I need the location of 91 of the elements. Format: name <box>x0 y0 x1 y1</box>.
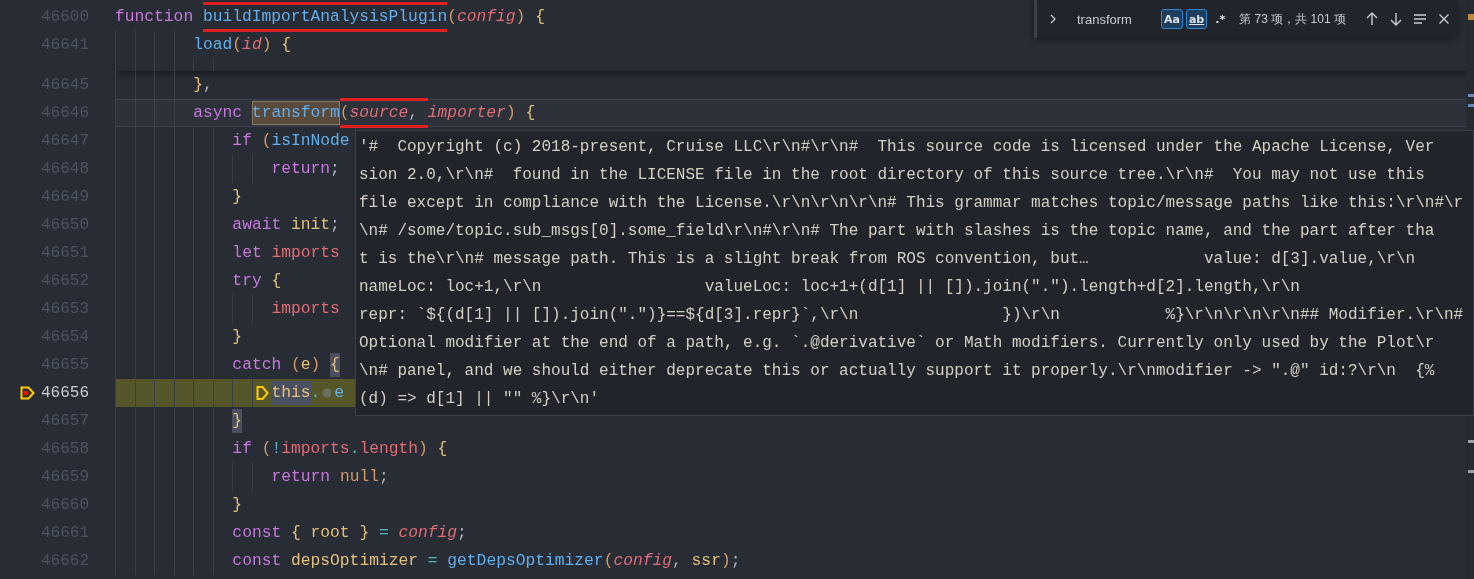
code-token: e <box>334 382 345 404</box>
debug-stack-frame-icon <box>20 386 35 400</box>
code-token: this <box>271 381 311 405</box>
tooltip-text-line: \n# /some/topic.sub_msgs[0].some_field\r\n#\r\n# The part with slashes is the topic name, and the part after tha <box>359 221 1436 242</box>
find-option-toggle[interactable]: Aa <box>1161 9 1183 29</box>
code-token: id <box>242 34 262 56</box>
code-token: init <box>291 214 331 236</box>
tooltip-text-line: Optional modifier at the end of a path, e.g. `.@derivative` or Math modifiers. Currently only used by the Plot\r <box>359 333 1436 354</box>
code-token: = <box>426 550 439 572</box>
code-token: . <box>310 382 321 404</box>
code-token: load <box>193 34 233 56</box>
code-token: catch <box>232 354 283 376</box>
code-token: ) <box>505 102 517 124</box>
code-token: ) <box>515 6 527 28</box>
code-token: ( <box>603 550 614 572</box>
tooltip-text-line: \n# panel, and we should either deprecate this or actually support it properly.\r\nmodifier -> ".@" id:?\r\n {% <box>359 361 1436 382</box>
code-token: return <box>271 466 332 488</box>
code-token: imports <box>271 242 340 264</box>
code-token: ( <box>291 354 301 376</box>
code-token: config <box>398 522 458 544</box>
code-token: { <box>437 438 448 460</box>
code-token: ) <box>720 550 731 572</box>
code-token: { <box>291 522 302 544</box>
code-token: buildImportAnalysisPlugin <box>202 5 448 29</box>
inline-breakpoint-icon[interactable] <box>256 385 270 401</box>
tooltip-text-line: repr: `${(d[1] || []).join(".")}==${d[3].repr}`,\r\n })\r\n %}\r\n\r\n\r\n## Modifier.\r\n# <box>359 305 1465 326</box>
code-token: { <box>281 34 291 56</box>
find-option-toggle[interactable]: ab <box>1185 9 1208 29</box>
code-token: } <box>358 522 370 544</box>
code-token: e <box>300 354 311 376</box>
code-token: ) <box>418 438 429 460</box>
code-token: ( <box>261 438 272 460</box>
code-token: ssr <box>691 550 721 572</box>
code-token: { <box>535 6 545 28</box>
tooltip-text-line: t is the\r\n# message path. This is a slight break from ROS convention, but… value: d[3].value,\r\n <box>359 249 1417 270</box>
line-number: 46656 <box>41 384 89 402</box>
code-token: ; <box>730 550 741 572</box>
code-token: } <box>232 186 243 208</box>
code-token: ; <box>378 466 389 488</box>
code-token: await <box>232 214 283 236</box>
tooltip-text-line: '# Copyright (c) 2018-present, Cruise LLC\r\n#\r\n# This source code is licensed under the Apache License, Ver <box>359 137 1436 158</box>
code-token: return <box>271 158 331 180</box>
code-token: importer <box>427 102 506 124</box>
code-token: = <box>377 522 390 544</box>
code-token: ( <box>232 34 243 56</box>
code-token: source <box>349 101 409 125</box>
code-token: ( <box>339 101 350 125</box>
code-token: const <box>232 550 283 572</box>
code-token: imports <box>271 298 340 320</box>
code-token: function <box>115 6 195 28</box>
code-token: ; <box>330 214 340 236</box>
code-token: async <box>193 102 244 124</box>
code-token: ( <box>447 6 457 28</box>
code-token: length <box>359 438 419 460</box>
code-token: ( <box>261 130 272 152</box>
code-token: ) <box>310 354 322 376</box>
code-token: config <box>457 6 516 28</box>
code-token: let <box>232 242 263 264</box>
code-token: } <box>232 409 243 433</box>
code-token: root <box>310 522 350 544</box>
code-token: , <box>408 101 428 125</box>
code-token: if <box>232 130 253 152</box>
code-token: depsOptimizer <box>291 550 418 572</box>
code-token: ) <box>261 34 273 56</box>
code-token: const <box>232 522 283 544</box>
code-token: imports <box>281 438 350 460</box>
code-token: , <box>203 74 213 96</box>
code-token: } <box>232 494 243 516</box>
tooltip-text-line: file except in compliance with the License.\r\n\r\n\r\n# This grammar matches topic/message paths like this:\r\n#\r <box>359 193 1465 214</box>
code-token: , <box>672 550 683 572</box>
code-token: { <box>271 270 282 292</box>
code-token: transform <box>251 101 340 125</box>
tooltip-text-line: (d) => d[1] || "" %}\r\n' <box>359 389 601 410</box>
code-token: } <box>232 326 243 348</box>
code-token: ; <box>330 158 340 180</box>
code-token: isInNode <box>271 130 350 152</box>
code-token: config <box>613 550 673 572</box>
code-token: } <box>193 74 203 96</box>
code-token: . <box>349 438 360 460</box>
code-token: ! <box>271 438 282 460</box>
code-token: { <box>525 102 536 124</box>
code-token: try <box>232 270 263 292</box>
code-token: { <box>330 353 340 377</box>
code-token: getDepsOptimizer <box>447 550 604 572</box>
code-token: null <box>339 466 379 488</box>
tooltip-text-line: sion 2.0,\r\n# found in the LICENSE file in the root directory of this source tree.\r\n# You may not use this <box>359 165 1426 186</box>
match-count: 第 73 项，共 101 项 <box>1239 10 1346 28</box>
code-token: if <box>232 438 253 460</box>
find-option-toggle[interactable]: .* <box>1210 9 1231 29</box>
tooltip-text-line: nameLoc: loc+1,\r\n valueLoc: loc+1+(d[1] || []).join(".").length+d[2].length,\r\n <box>359 277 1301 298</box>
code-token: ; <box>457 522 467 544</box>
